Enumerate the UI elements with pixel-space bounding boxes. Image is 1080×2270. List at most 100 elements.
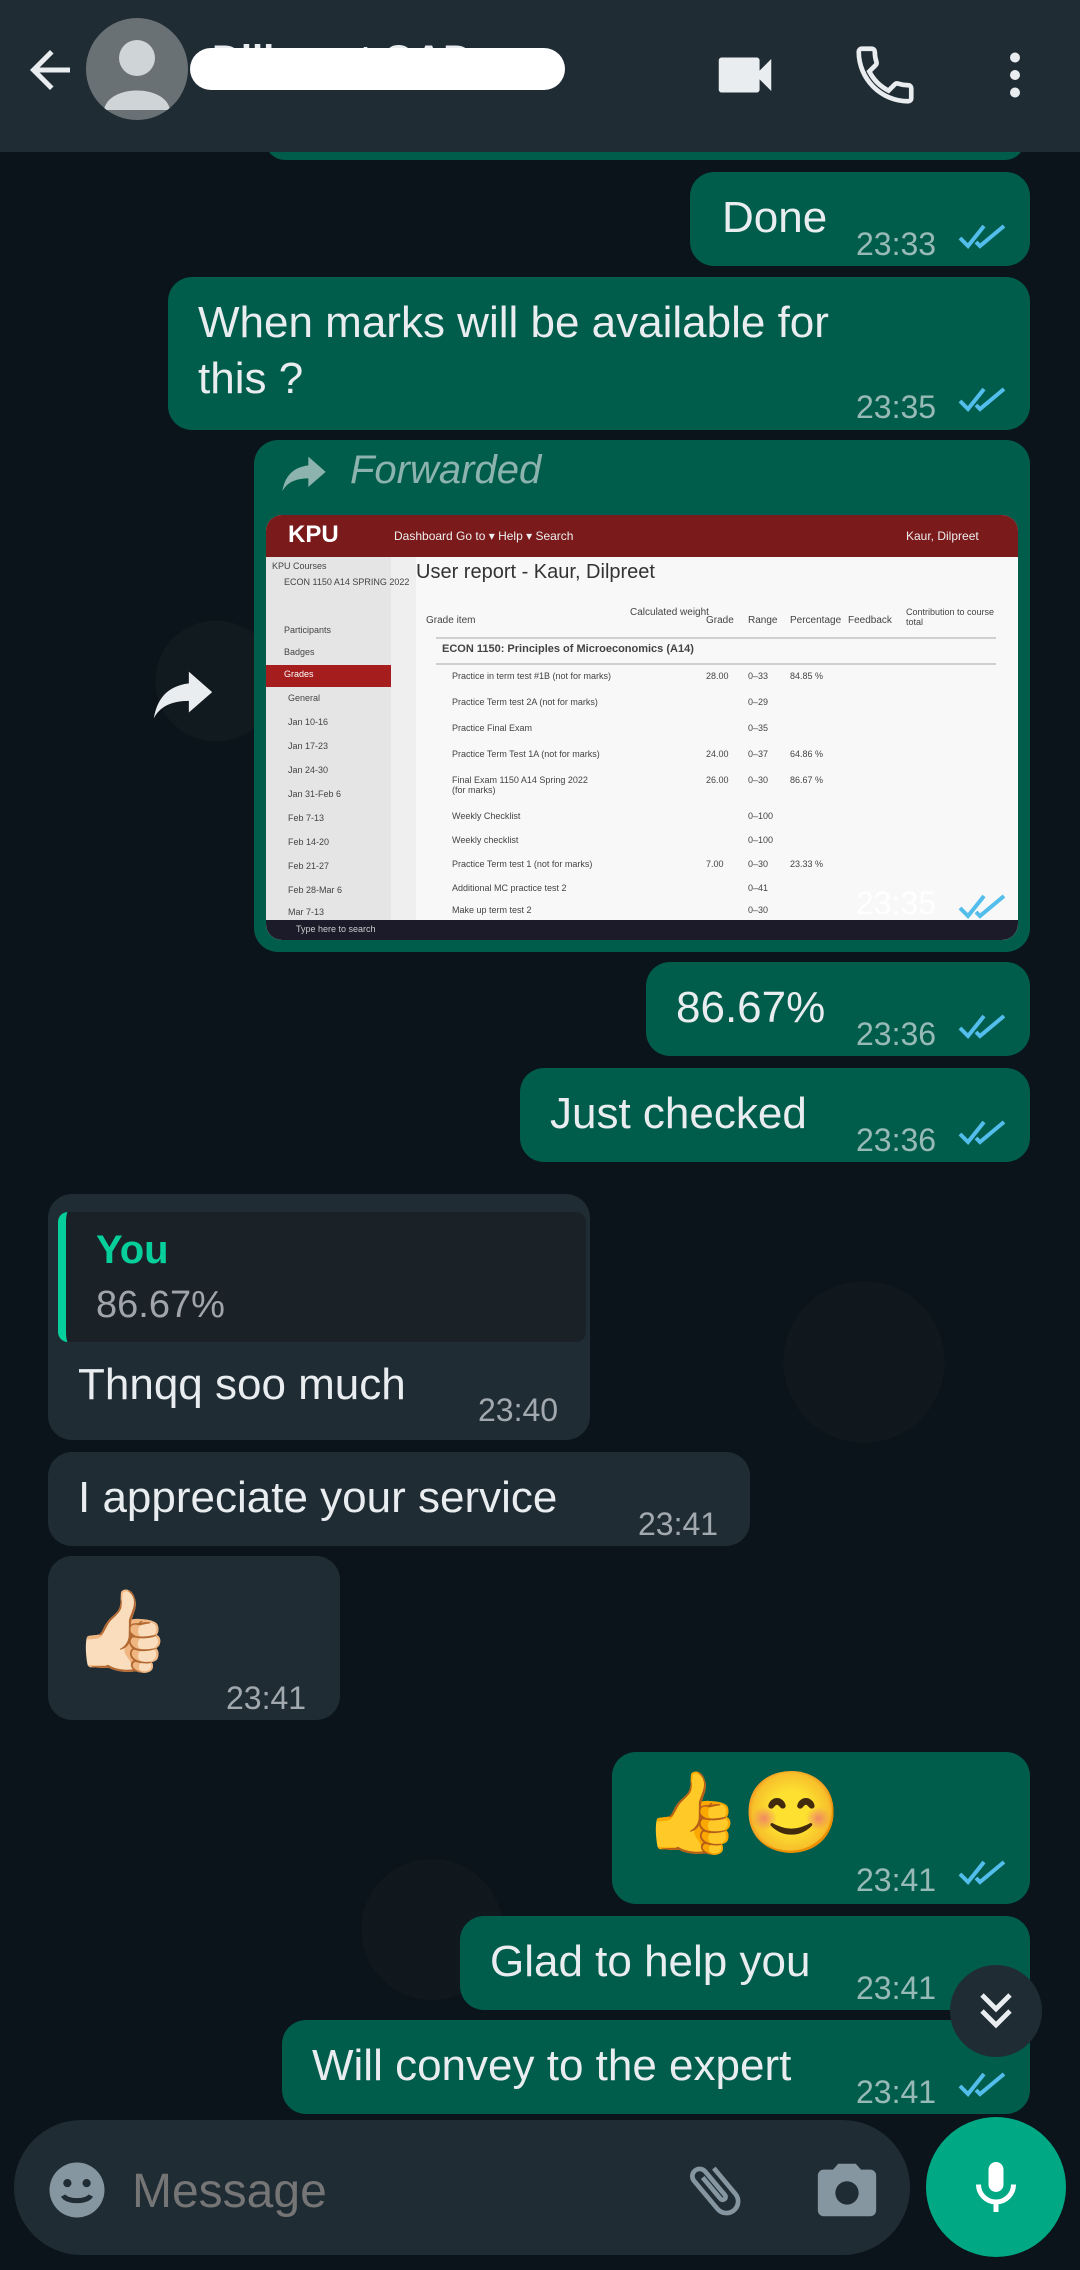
message-text: 86.67% — [676, 983, 826, 1032]
message-time: 23:41 — [856, 1970, 937, 2006]
message-bubble-outgoing[interactable]: Will convey to the expert 23:41 — [282, 2020, 1030, 2114]
lms-report-title: User report - Kaur, Dilpreet — [416, 561, 655, 583]
lms-sidebar-item: Feb 7-13 — [288, 813, 325, 823]
video-call-icon[interactable] — [710, 40, 780, 110]
scroll-down-icon — [980, 1993, 1012, 2029]
lms-grade-value: 24.00 — [706, 749, 729, 759]
message-bubble-outgoing[interactable]: 86.67% 23:36 — [646, 962, 1030, 1056]
lms-course-title: ECON 1150: Principles of Microeconomics … — [442, 643, 694, 655]
forwarded-icon — [282, 456, 326, 492]
message-bubble-outgoing[interactable]: Done 23:33 — [690, 172, 1030, 266]
lms-grade-value: 28.00 — [706, 671, 729, 681]
lms-sidebar-item: Jan 31-Feb 6 — [288, 789, 342, 799]
message-text: Done — [722, 193, 828, 242]
more-vert-icon[interactable] — [985, 40, 1045, 110]
avatar[interactable] — [86, 18, 188, 120]
message-bubble-outgoing[interactable]: When marks will be available for this ? … — [168, 277, 1030, 430]
reply-quote[interactable]: You 86.67% — [58, 1212, 586, 1342]
lms-grade-value: 7.00 — [706, 859, 724, 869]
message-text: Just checked — [550, 1089, 807, 1138]
reply-author: You — [96, 1228, 169, 1272]
lms-grade-range: 0–35 — [748, 723, 769, 733]
lms-nav: Dashboard Go to ▾ Help ▾ Search — [394, 529, 574, 543]
lms-grade-range: 0–100 — [748, 835, 774, 845]
lms-grade-range: 0–37 — [748, 749, 769, 759]
double-check-icon — [958, 1120, 1006, 1145]
lms-sidebar-item: Feb 21-27 — [288, 861, 330, 871]
message-text: I appreciate your service — [78, 1473, 558, 1522]
message-input[interactable] — [130, 2150, 654, 2232]
lms-grade-range: 0–33 — [748, 671, 769, 681]
lms-user: Kaur, Dilpreet — [906, 529, 979, 543]
lms-grade-item: Practice Term test 2A (not for marks) — [452, 697, 598, 707]
lms-grade-pct: 64.86 % — [790, 749, 824, 759]
lms-column-header: Feedback — [848, 615, 892, 626]
message-time: 23:36 — [856, 1016, 937, 1052]
back-arrow-icon[interactable] — [20, 40, 80, 100]
message-time: 23:36 — [856, 1122, 937, 1158]
share-forward-icon[interactable] — [148, 665, 218, 725]
message-text: Glad to help you — [490, 1937, 811, 1986]
lms-grade-range: 0–100 — [748, 811, 774, 821]
lms-row-divider — [436, 663, 996, 665]
lms-grade-range: 0–30 — [748, 905, 769, 915]
lms-sidebar-item: Participants — [284, 625, 332, 635]
double-check-icon — [958, 1014, 1006, 1039]
lms-sidebar-item: Feb 28-Mar 6 — [288, 885, 343, 895]
lms-column-header: Range — [748, 615, 778, 626]
emoji-message: 👍😊 — [642, 1768, 842, 1857]
message-bubble-outgoing[interactable]: 👍😊 23:41 — [612, 1752, 1030, 1904]
avatar-placeholder-icon — [104, 40, 170, 110]
lms-column-header: Grade — [706, 615, 734, 626]
reply-text: 86.67% — [96, 1284, 225, 1326]
message-time: 23:41 — [226, 1680, 307, 1716]
message-time: 23:41 — [856, 2074, 937, 2110]
double-check-icon — [958, 224, 1006, 249]
lms-grade-item: Practice Final Exam — [452, 723, 533, 733]
lms-column-header: Grade item — [426, 615, 476, 626]
lms-column-header: Calculated weight — [630, 607, 709, 618]
lms-sidebar-item: Jan 24-30 — [288, 765, 329, 775]
emoji-icon[interactable] — [44, 2157, 110, 2223]
double-check-icon — [958, 387, 1006, 412]
lms-grade-value: 26.00 — [706, 775, 729, 785]
lms-grade-range: 0–29 — [748, 697, 769, 707]
lms-grade-pct: 84.85 % — [790, 671, 824, 681]
double-check-icon — [958, 894, 1006, 919]
scroll-to-bottom-button[interactable] — [950, 1965, 1042, 2057]
lms-grade-item: Final Exam 1150 A14 Spring 2022 (for mar… — [452, 775, 588, 795]
lms-grade-range: 0–41 — [748, 883, 769, 893]
lms-sidebar — [266, 557, 391, 940]
phone-icon[interactable] — [850, 40, 920, 110]
forwarded-screenshot-image[interactable]: KPU Dashboard Go to ▾ Help ▾ Search Kaur… — [266, 515, 1018, 940]
lms-sidebar-item: Badges — [284, 647, 315, 657]
lms-grade-range: 0–30 — [748, 859, 769, 869]
taskbar — [266, 920, 1018, 940]
lms-sidebar-item: General — [288, 693, 321, 703]
lms-grade-range: 0–30 — [748, 775, 769, 785]
message-time: 23:41 — [638, 1506, 719, 1542]
camera-icon[interactable] — [812, 2155, 882, 2225]
lms-grade-pct: 86.67 % — [790, 775, 824, 785]
lms-grade-pct: 23.33 % — [790, 859, 824, 869]
lms-grade-item: Practice Term test 1 (not for marks) — [452, 859, 593, 869]
message-bubble-incoming[interactable]: I appreciate your service 23:41 — [48, 1452, 750, 1546]
message-time: 23:35 — [856, 885, 937, 921]
lms-sidebar-item: Grades — [284, 669, 314, 679]
attach-icon[interactable] — [680, 2155, 750, 2225]
message-text-line: this ? — [198, 354, 304, 403]
message-time: 23:40 — [478, 1392, 559, 1428]
lms-grade-item: Make up term test 2 — [452, 905, 532, 915]
forwarded-label: Forwarded — [350, 448, 542, 492]
chat-header: Diljpreet OAD — [0, 0, 1080, 152]
message-time: 23:33 — [856, 226, 937, 262]
double-check-icon — [958, 1860, 1006, 1885]
voice-record-button[interactable] — [926, 2117, 1066, 2257]
emoji-message: 👍🏻 — [72, 1586, 172, 1675]
lms-logo: KPU — [288, 521, 339, 548]
message-bubble-outgoing[interactable]: Glad to help you 23:41 — [460, 1916, 1030, 2010]
message-text-line: When marks will be available for — [198, 298, 829, 347]
message-bubble-incoming[interactable]: 👍🏻 23:41 — [48, 1556, 340, 1720]
mic-icon — [976, 2162, 1016, 2212]
message-bubble-outgoing[interactable]: Just checked 23:36 — [520, 1068, 1030, 1162]
